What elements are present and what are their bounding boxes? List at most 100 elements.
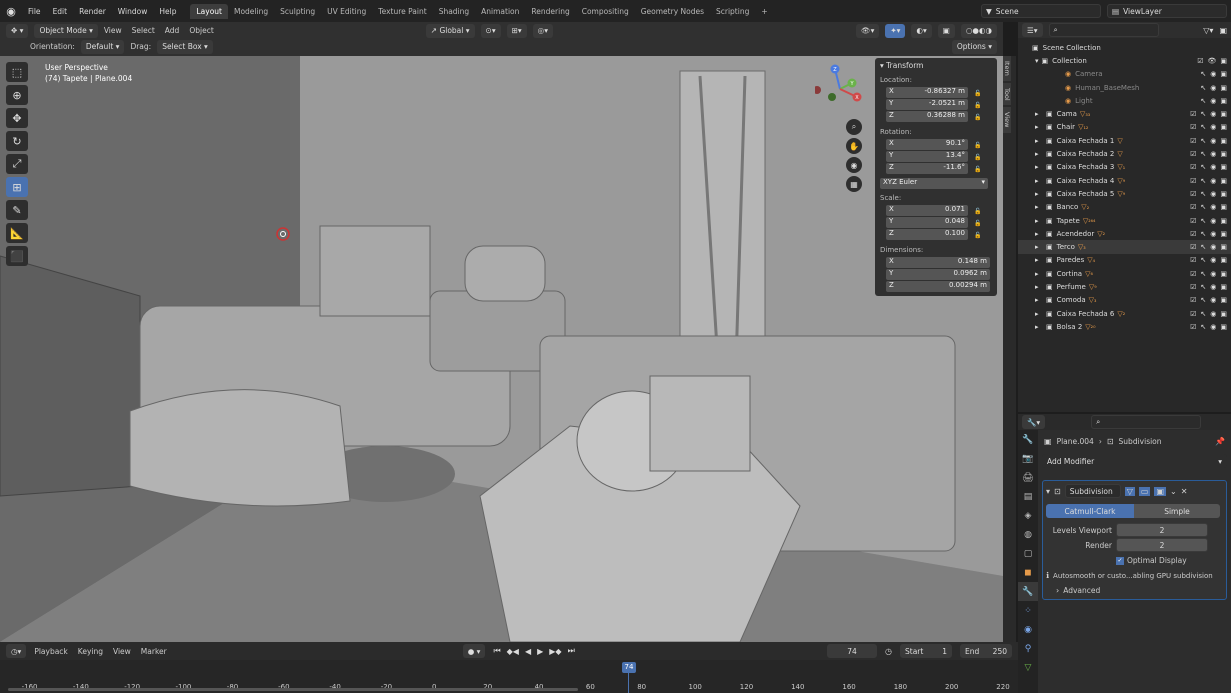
viewport-toggle-icon[interactable]: ▭ (1138, 486, 1151, 496)
checkbox-icon[interactable]: ☑ (1190, 217, 1196, 225)
measure-icon[interactable]: 📐 (6, 223, 28, 243)
select-box-icon[interactable]: ⬚ (6, 62, 28, 82)
editmode-toggle-icon[interactable]: ▽ (1124, 486, 1135, 496)
checkbox-icon[interactable]: ☑ (1190, 203, 1196, 211)
expand-arrow-icon[interactable]: ▸ (1035, 310, 1043, 318)
tab-rendering[interactable]: Rendering (525, 4, 575, 19)
eye-icon[interactable]: ◉ (1210, 256, 1216, 264)
play-icon[interactable]: ▶ (537, 647, 543, 656)
tab-shading[interactable]: Shading (433, 4, 475, 19)
outliner-item[interactable]: ▸ ▣ Caixa Fechada 4 ▽ ₉ ☑ ↖ ◉ ▣ (1018, 174, 1231, 187)
select-arrow-icon[interactable]: ↖ (1200, 256, 1206, 264)
next-keyframe-icon[interactable]: ▶◆ (549, 647, 561, 656)
tab-compositing[interactable]: Compositing (576, 4, 635, 19)
select-arrow-icon[interactable]: ↖ (1200, 270, 1206, 278)
camera-render-icon[interactable]: ▣ (1220, 97, 1227, 105)
properties-search-input[interactable]: ⌕ (1091, 415, 1202, 429)
expand-arrow-icon[interactable]: ▸ (1035, 150, 1043, 158)
eye-icon[interactable]: ◉ (1210, 310, 1216, 318)
modifier-tab-icon[interactable]: 🔧 (1018, 582, 1038, 601)
viewport-menu-select[interactable]: Select (132, 26, 155, 35)
select-arrow-icon[interactable]: ↖ (1200, 123, 1206, 131)
expand-arrow-icon[interactable]: ▸ (1035, 110, 1043, 118)
camera-render-icon[interactable]: ▣ (1220, 323, 1227, 331)
menu-edit[interactable]: Edit (47, 7, 74, 16)
mode-selector[interactable]: Object Mode ▾ (34, 23, 98, 38)
outliner-item[interactable]: ▸ ▣ Caixa Fechada 6 ▽ ₂ ☑ ↖ ◉ ▣ (1018, 307, 1231, 320)
outliner-item[interactable]: ▸ ▣ Cama ▽ ₃₃ ☑ ↖ ◉ ▣ (1018, 107, 1231, 120)
eye-icon[interactable]: ◉ (1210, 190, 1216, 198)
checkbox-icon[interactable]: ☑ (1190, 163, 1196, 171)
lock-icon[interactable]: 🔓 (974, 154, 981, 161)
camera-render-icon[interactable]: ▣ (1220, 84, 1227, 92)
outliner-item[interactable]: ◉ Camera ↖ ◉ ▣ (1018, 68, 1231, 81)
outliner-item[interactable]: ▸ ▣ Perfume ▽ ₉ ☑ ↖ ◉ ▣ (1018, 280, 1231, 293)
scene-tab-icon[interactable]: ◈ (1018, 506, 1038, 525)
lock-icon[interactable]: 🔓 (974, 208, 981, 215)
overlays-button[interactable]: ◐▾ (911, 23, 932, 38)
select-arrow-icon[interactable]: ↖ (1200, 97, 1206, 105)
eye-icon[interactable]: ◉ (1210, 177, 1216, 185)
collection-tab-icon[interactable]: ▢ (1018, 544, 1038, 563)
tab-layout[interactable]: Layout (190, 3, 228, 19)
outliner-item[interactable]: ▸ ▣ Comoda ▽ ₃ ☑ ↖ ◉ ▣ (1018, 294, 1231, 307)
catmull-clark-button[interactable]: Catmull-Clark (1046, 504, 1134, 518)
timeline-menu-keying[interactable]: Keying (78, 647, 103, 656)
outliner-item[interactable]: ▸ ▣ Terco ▽ ₃ ☑ ↖ ◉ ▣ (1018, 240, 1231, 254)
checkbox-icon[interactable]: ☑ (1190, 256, 1196, 264)
timeline-editor-type[interactable]: ◷▾ (6, 644, 27, 658)
transform-icon[interactable]: ⊞ (6, 177, 28, 197)
annotate-icon[interactable]: ✎ (6, 200, 28, 220)
snap-button[interactable]: ⊞▾ (506, 23, 527, 38)
expand-arrow-icon[interactable]: ▸ (1035, 323, 1043, 331)
location-x-field[interactable]: X -0.86327 m (886, 87, 968, 98)
outliner-item[interactable]: ◉ Light ↖ ◉ ▣ (1018, 94, 1231, 107)
viewport-menu-add[interactable]: Add (165, 26, 180, 35)
checkbox-icon[interactable]: ☑ (1190, 296, 1196, 304)
playhead[interactable]: 74 (622, 662, 636, 673)
move-icon[interactable]: ✥ (6, 108, 28, 128)
orientation-selector[interactable]: Default ▾ (80, 39, 125, 54)
checkbox-icon[interactable]: ☑ (1190, 243, 1196, 251)
outliner-item[interactable]: ▸ ▣ Bolsa 2 ▽ ₂₀ ☑ ↖ ◉ ▣ (1018, 320, 1231, 333)
close-icon[interactable]: ✕ (1181, 487, 1188, 496)
camera-render-icon[interactable]: ▣ (1220, 177, 1227, 185)
rotation-mode-select[interactable]: XYZ Euler ▾ (880, 178, 988, 189)
camera-render-icon[interactable]: ▣ (1220, 243, 1227, 251)
expand-arrow-icon[interactable]: ▸ (1035, 163, 1043, 171)
outliner-item[interactable]: ▸ ▣ Acendedor ▽ ₂ ☑ ↖ ◉ ▣ (1018, 227, 1231, 240)
tab-uv-editing[interactable]: UV Editing (321, 4, 372, 19)
zoom-icon[interactable]: ⌕ (846, 119, 862, 135)
world-tab-icon[interactable]: ◍ (1018, 525, 1038, 544)
timeline-menu-marker[interactable]: Marker (141, 647, 167, 656)
eye-icon[interactable]: ◉ (1210, 230, 1216, 238)
outliner-editor-type[interactable]: ☰▾ (1022, 23, 1043, 37)
eye-icon[interactable]: ◉ (1210, 137, 1216, 145)
panel-title[interactable]: ▾ Transform (880, 61, 992, 70)
checkbox-icon[interactable]: ☑ (1190, 137, 1196, 145)
outliner-item[interactable]: ▸ ▣ Cortina ▽ ₆ ☑ ↖ ◉ ▣ (1018, 267, 1231, 280)
optimal-display-checkbox[interactable]: ✓ (1116, 556, 1124, 565)
collapse-arrow-icon[interactable]: ▾ (1046, 487, 1050, 496)
outliner-search-input[interactable]: ⌕ (1048, 23, 1159, 37)
camera-render-icon[interactable]: ▣ (1220, 163, 1227, 171)
camera-render-icon[interactable]: ▣ (1220, 270, 1227, 278)
advanced-subpanel[interactable]: › Advanced (1046, 586, 1223, 595)
camera-render-icon[interactable]: ▣ (1220, 296, 1227, 304)
expand-arrow-icon[interactable]: ▸ (1035, 190, 1043, 198)
camera-render-icon[interactable]: ▣ (1220, 283, 1227, 291)
checkbox-icon[interactable]: ☑ (1190, 110, 1196, 118)
pivot-point-button[interactable]: ⊙▾ (480, 23, 501, 38)
navigation-gizmo[interactable]: Z Y X (815, 64, 865, 114)
dropdown-icon[interactable]: ⌄ (1170, 487, 1177, 496)
transform-orientation-selector[interactable]: ↗ Global ▾ (425, 23, 475, 38)
outliner-item[interactable]: ▸ ▣ Caixa Fechada 5 ▽ ₉ ☑ ↖ ◉ ▣ (1018, 187, 1231, 200)
3d-viewport[interactable]: User Perspective (74) Tapete | Plane.004… (0, 56, 1003, 642)
expand-arrow-icon[interactable]: ▸ (1035, 243, 1043, 251)
tab-animation[interactable]: Animation (475, 4, 525, 19)
eye-icon[interactable]: ◉ (1210, 70, 1216, 78)
dimensions-y-field[interactable]: Y 0.0962 m (886, 269, 990, 280)
checkbox-icon[interactable]: ☑ (1190, 270, 1196, 278)
dimensions-z-field[interactable]: Z 0.00294 m (886, 281, 990, 292)
select-arrow-icon[interactable]: ↖ (1200, 283, 1206, 291)
